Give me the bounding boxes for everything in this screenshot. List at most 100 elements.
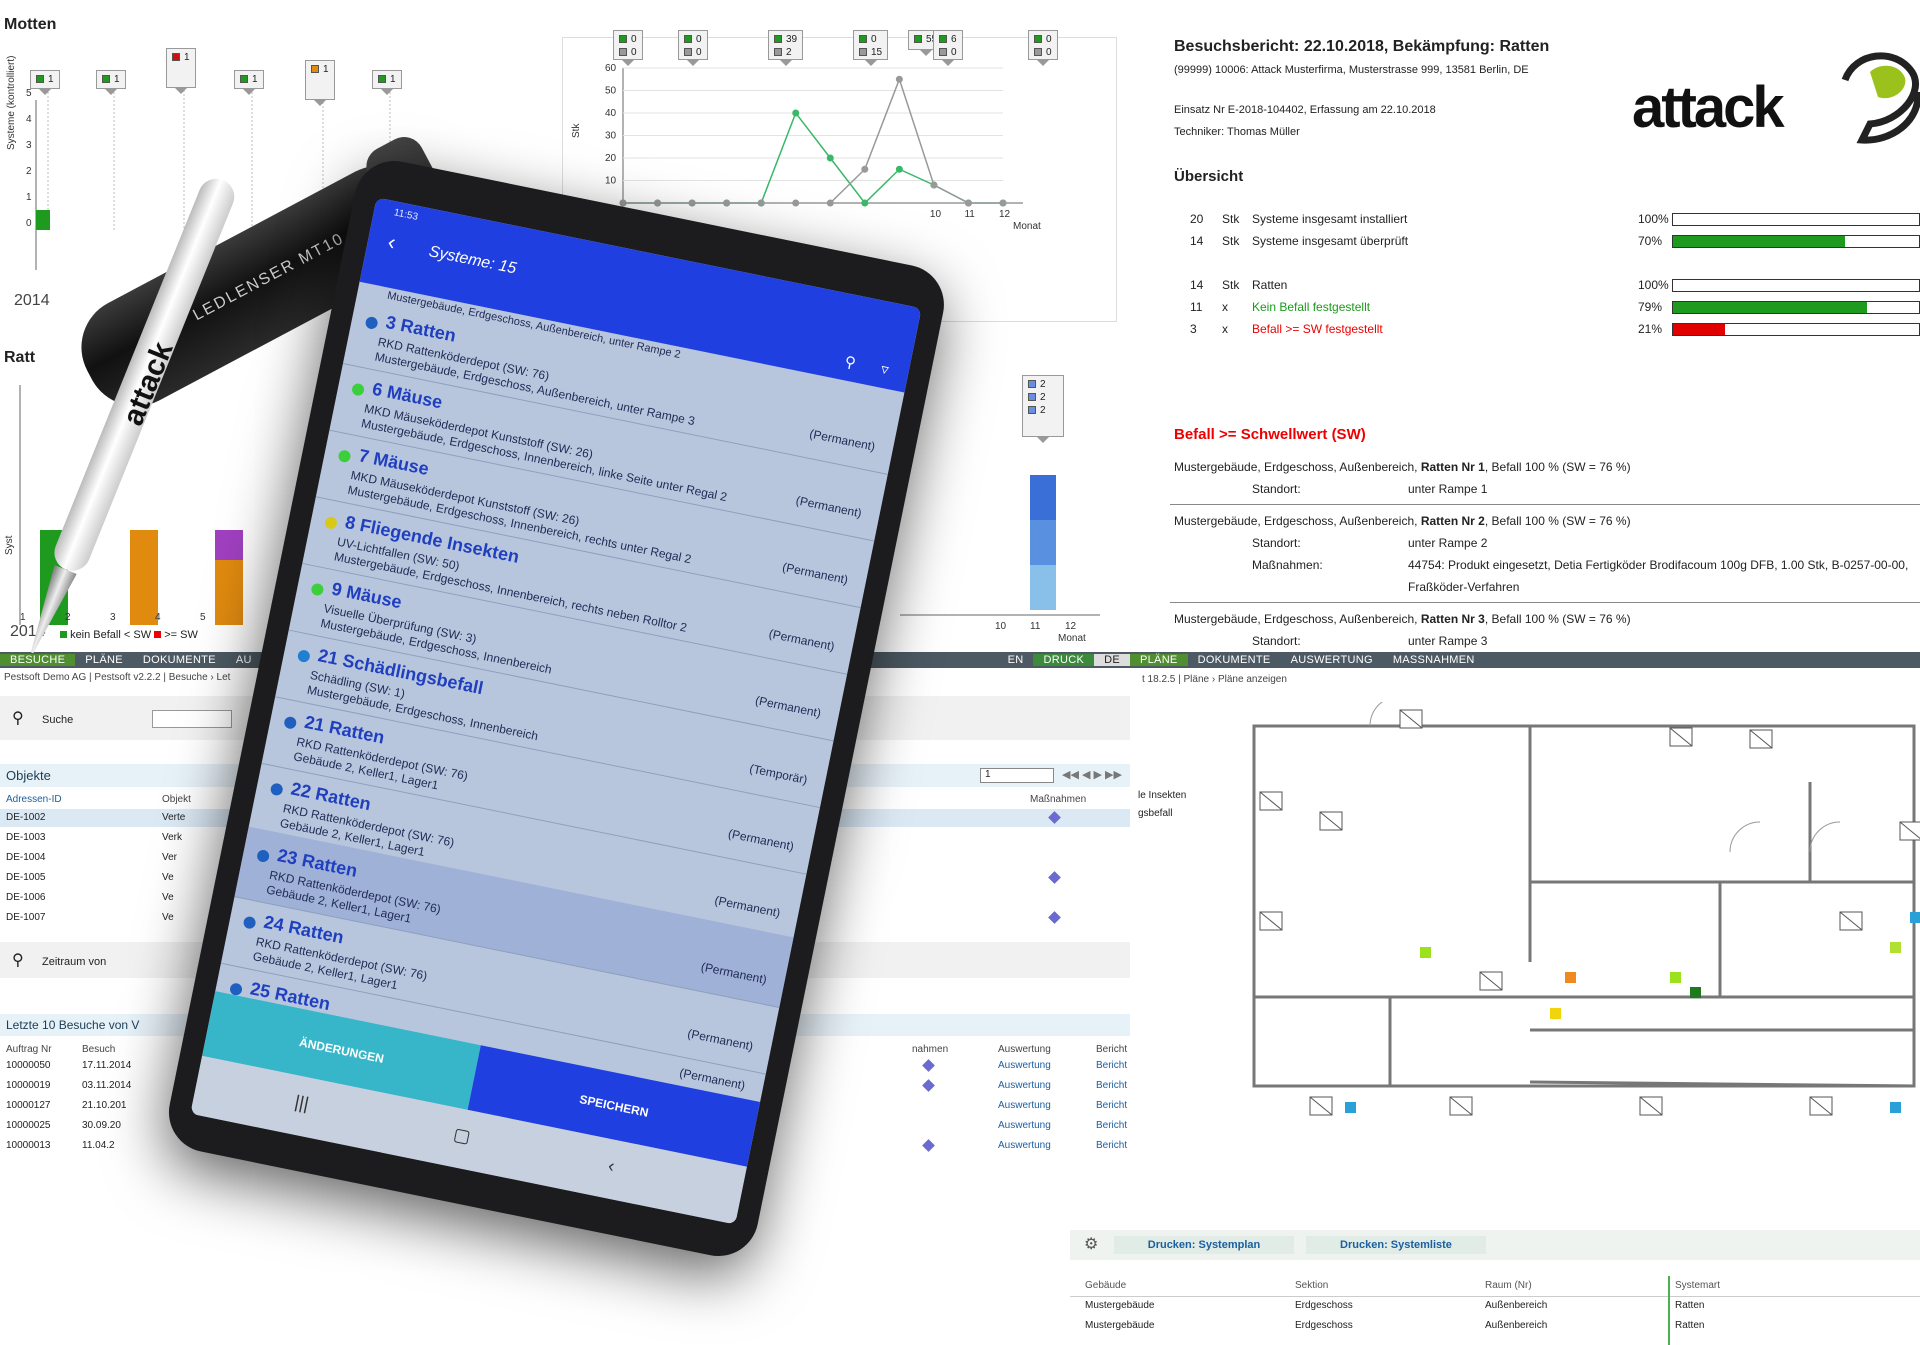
object-id[interactable]: DE-1007 [6, 912, 45, 923]
overview-bar-fill [1673, 214, 1919, 225]
legend-sw2: >= SW [164, 629, 198, 641]
visit-bericht-link[interactable]: Bericht [1096, 1140, 1127, 1151]
object-id[interactable]: DE-1005 [6, 872, 45, 883]
line-flag-b: 0 [1034, 46, 1052, 59]
visit-date: 30.09.20 [82, 1120, 121, 1131]
line-point [757, 199, 765, 207]
plan-status-marker [1670, 972, 1681, 983]
object-name[interactable]: Ve [162, 912, 174, 923]
line-flag-5: 60 [933, 30, 963, 66]
moth-flag-2: 1 [166, 48, 196, 94]
overview-bar [1672, 301, 1920, 314]
search-icon[interactable]: ⚲ [843, 353, 857, 372]
visit-order-nr[interactable]: 10000025 [6, 1120, 51, 1131]
moth-bar [36, 210, 50, 230]
plan-cell[interactable]: Erdgeschoss [1295, 1300, 1353, 1311]
moth-year: 2014 [14, 292, 50, 309]
line-flag-b: 2 [774, 46, 797, 59]
settings-gear-icon[interactable]: ⚙ [1084, 1234, 1098, 1254]
plan-cell[interactable]: Ratten [1675, 1300, 1704, 1311]
line-xtick: 10 [930, 209, 942, 220]
visit-order-nr[interactable]: 10000013 [6, 1140, 51, 1151]
plan-cell[interactable]: Außenbereich [1485, 1300, 1547, 1311]
visit-bericht-link[interactable]: Bericht [1096, 1080, 1127, 1091]
moth-ytick: 4 [26, 114, 32, 125]
befall-line: Mustergebäude, Erdgeschoss, Außenbereich… [1174, 514, 1631, 528]
plan-menu-massnahmen[interactable]: MASSNAHMEN [1383, 654, 1485, 666]
floor-plan[interactable] [1250, 702, 1920, 1122]
col-objekt: Objekt [162, 794, 191, 805]
zeitraum-label: Zeitraum von [42, 956, 107, 968]
visit-bericht-link[interactable]: Bericht [1096, 1120, 1127, 1131]
object-id[interactable]: DE-1003 [6, 832, 45, 843]
line-flag-a-value: 0 [631, 34, 637, 45]
legend-green-swatch [60, 631, 67, 638]
line-point [654, 199, 662, 207]
legend-kein: kein Befall [70, 629, 121, 641]
item-permanence: (Permanent) [686, 1026, 755, 1054]
report-address: (99999) 10006: Attack Musterfirma, Muste… [1174, 64, 1529, 76]
plan-menu-dokumente[interactable]: DOKUMENTE [1188, 654, 1281, 666]
status-dot-icon [283, 715, 298, 730]
massnahmen-line-1: 44754: Produkt eingesetzt, Detia Fertigk… [1408, 558, 1909, 572]
line-flag-b-value: 2 [786, 47, 792, 58]
standort-label: Standort: [1252, 482, 1301, 496]
overview-label: Systeme insgesamt installiert [1252, 212, 1408, 226]
plan-cell[interactable]: Erdgeschoss [1295, 1320, 1353, 1331]
line-flag-a: 0 [619, 33, 637, 46]
plan-col-header: Raum (Nr) [1485, 1280, 1532, 1291]
overview-pct: 100% [1638, 212, 1669, 226]
menu-dokumente[interactable]: DOKUMENTE [133, 654, 226, 666]
object-name[interactable]: Verk [162, 832, 182, 843]
line-flag-b-value: 0 [696, 47, 702, 58]
befall-value: , Befall 100 % (SW = 76 %) [1484, 460, 1631, 474]
line-flag-b: 0 [939, 46, 957, 59]
line-flag-b: 15 [859, 46, 882, 59]
status-dot-icon [350, 382, 366, 397]
attack-logo-text: attack [1632, 75, 1785, 140]
object-name[interactable]: Ve [162, 872, 174, 883]
visit-order-nr[interactable]: 10000127 [6, 1100, 51, 1111]
line-flag-b: 0 [619, 46, 637, 59]
visit-bericht-link[interactable]: Bericht [1096, 1100, 1127, 1111]
object-id[interactable]: DE-1004 [6, 852, 45, 863]
overview-pct: 100% [1638, 278, 1669, 292]
plan-menu-auswertung[interactable]: AUSWERTUNG [1281, 654, 1383, 666]
photo-collage: Motten 111111 Systeme (kontrolliert) 201… [0, 0, 1920, 1345]
zeitraum-search-icon: ⚲ [12, 952, 24, 969]
overview-unit: Stk [1222, 234, 1240, 248]
filter-icon[interactable]: ▿ [879, 361, 890, 379]
line-flag-a: 0 [1034, 33, 1052, 46]
standort-value: unter Rampe 1 [1408, 482, 1488, 496]
rats-bar-top [215, 530, 243, 560]
print-systemliste-button[interactable]: Drucken: Systemliste [1306, 1236, 1486, 1254]
back-arrow-icon[interactable]: ‹ [386, 229, 398, 256]
visit-order-nr[interactable]: 10000019 [6, 1080, 51, 1091]
recent-apps-icon[interactable]: ||| [293, 1091, 311, 1114]
plan-cell[interactable]: Mustergebäude [1085, 1300, 1155, 1311]
visit-bericht-link[interactable]: Bericht [1096, 1060, 1127, 1071]
print-systemplan-button[interactable]: Drucken: Systemplan [1114, 1236, 1294, 1254]
menu-au[interactable]: AU [226, 654, 262, 666]
back-nav-icon[interactable]: ‹ [606, 1155, 616, 1177]
plan-cell[interactable]: Ratten [1675, 1320, 1704, 1331]
object-id[interactable]: DE-1002 [6, 812, 45, 823]
line-xlabel: Monat [1013, 221, 1041, 232]
line-ytick: 20 [605, 153, 617, 164]
line-point [895, 165, 903, 173]
line-flag-1: 00 [678, 30, 708, 66]
search-input[interactable] [152, 710, 232, 728]
object-name[interactable]: Ver [162, 852, 177, 863]
plan-cell[interactable]: Mustergebäude [1085, 1320, 1155, 1331]
overview-count: 20 [1190, 212, 1204, 226]
rats-xtick: 4 [155, 612, 161, 623]
line-point [826, 199, 834, 207]
object-name[interactable]: Verte [162, 812, 185, 823]
home-icon[interactable]: ▢ [451, 1124, 473, 1148]
object-id[interactable]: DE-1006 [6, 892, 45, 903]
visit-order-nr[interactable]: 10000050 [6, 1060, 51, 1071]
plan-cell[interactable]: Außenbereich [1485, 1320, 1547, 1331]
menu-plaene[interactable]: PLÄNE [75, 654, 133, 666]
overview-title: Übersicht [1174, 168, 1244, 185]
object-name[interactable]: Ve [162, 892, 174, 903]
